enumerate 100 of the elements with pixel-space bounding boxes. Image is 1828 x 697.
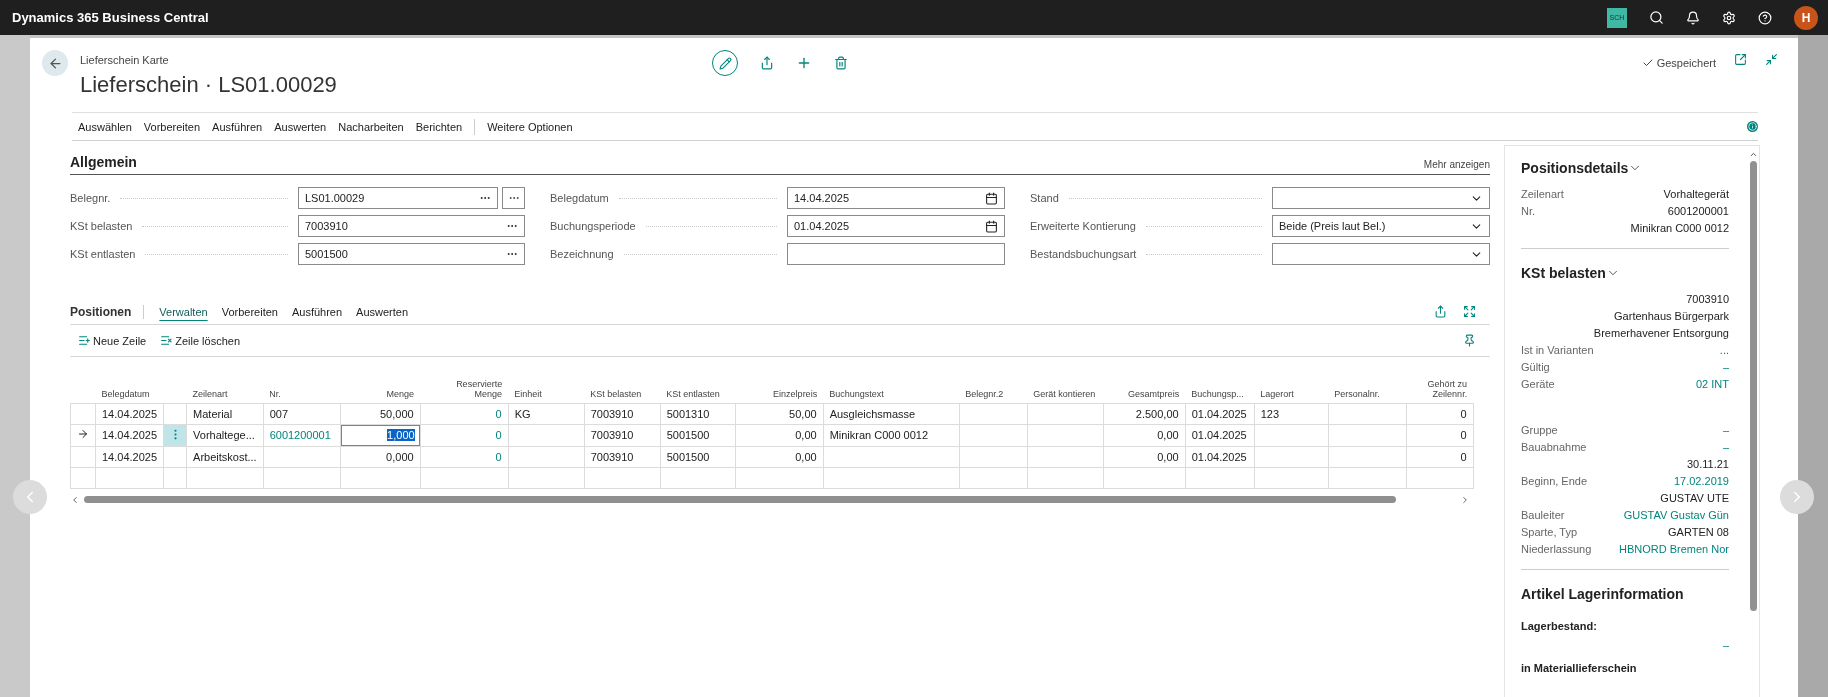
table-link[interactable]: 0: [420, 446, 509, 467]
column-header[interactable]: Zeilenart: [186, 367, 264, 403]
search-icon[interactable]: [1649, 10, 1664, 25]
dropdown-field[interactable]: [1272, 243, 1490, 265]
breadcrumb: Lieferschein Karte: [80, 54, 170, 66]
menu-item[interactable]: Nacharbeiten: [332, 120, 410, 133]
field-label: Erweiterte Kontierung: [1030, 220, 1136, 232]
info-icon[interactable]: [1747, 121, 1758, 132]
column-header[interactable]: Personalnr.: [1328, 367, 1407, 403]
column-header[interactable]: Gesamtpreis: [1103, 367, 1186, 403]
toolbar-button[interactable]: Neue Zeile: [78, 334, 147, 347]
column-header[interactable]: Reservierte Menge: [420, 367, 509, 403]
app-title: Dynamics 365 Business Central: [12, 10, 210, 25]
table-link[interactable]: 0: [420, 403, 509, 424]
column-header[interactable]: Belegnr.2: [959, 367, 1028, 403]
back-button[interactable]: [42, 50, 68, 76]
field-label: KSt entlasten: [70, 248, 136, 260]
field-label: Buchungsperiode: [550, 220, 636, 232]
share-icon: [760, 56, 774, 70]
input-field[interactable]: 14.04.2025: [787, 187, 1005, 209]
column-header[interactable]: Gehört zu Zeilennr.: [1406, 367, 1474, 403]
menu-item[interactable]: Vorbereiten: [137, 120, 207, 133]
bell-icon[interactable]: [1686, 10, 1700, 25]
table-cell: Arbeitskost...: [186, 446, 264, 467]
column-header[interactable]: KSt belasten: [584, 367, 661, 403]
help-icon[interactable]: [1758, 10, 1772, 25]
input-field[interactable]: 7003910: [298, 215, 525, 237]
column-header[interactable]: Menge: [340, 367, 421, 403]
input-field[interactable]: 01.04.2025: [787, 215, 1005, 237]
factbox-link[interactable]: –: [1722, 639, 1729, 655]
tab[interactable]: Vorbereiten: [214, 303, 285, 320]
table-cell: Material: [186, 403, 264, 424]
dropdown-field[interactable]: [1272, 187, 1490, 209]
scroll-left-icon[interactable]: [70, 494, 80, 505]
settings-icon[interactable]: [1722, 10, 1736, 25]
factbox-link[interactable]: ...: [1719, 344, 1729, 360]
factbox-link[interactable]: GUSTAV Gustav Gün: [1623, 509, 1729, 525]
column-header[interactable]: Lagerort: [1254, 367, 1329, 403]
factbox-title[interactable]: Positionsdetails: [1521, 160, 1729, 176]
dropdown-field[interactable]: Beide (Preis laut Bel.): [1272, 215, 1490, 237]
column-header[interactable]: Buchungsp...: [1185, 367, 1255, 403]
field-label: Stand: [1030, 192, 1059, 204]
scrollbar-thumb[interactable]: [1749, 161, 1757, 611]
menu-item[interactable]: Berichten: [409, 120, 469, 133]
menu-item[interactable]: Auswählen: [72, 120, 138, 133]
toolbar-button[interactable]: Zeile löschen: [160, 334, 241, 347]
table-link[interactable]: 0: [420, 424, 509, 446]
column-header[interactable]: Nr.: [263, 367, 341, 403]
column-header[interactable]: Buchungstext: [823, 367, 960, 403]
user-avatar[interactable]: H: [1794, 5, 1818, 30]
column-header[interactable]: Einheit: [508, 367, 585, 403]
menu-item[interactable]: Ausführen: [206, 120, 269, 133]
scroll-up-icon[interactable]: [1748, 150, 1758, 159]
column-header[interactable]: Einzelpreis: [735, 367, 824, 403]
table-cell: 5001310: [660, 403, 736, 424]
assist-button[interactable]: [502, 187, 525, 209]
table-cell: Minikran C000 0012: [823, 424, 960, 446]
menu-item[interactable]: Auswerten: [268, 120, 333, 133]
factbox-value: Gartenhaus Bürgerpark: [1614, 310, 1729, 324]
input-field[interactable]: [787, 243, 1005, 265]
tab[interactable]: Verwalten: [152, 303, 215, 320]
factbox-link[interactable]: 02 INT: [1696, 378, 1729, 394]
table-cell: Ausgleichsmasse: [823, 403, 960, 424]
open-window-icon: [1734, 52, 1747, 66]
factbox-label: Niederlassung: [1521, 543, 1592, 557]
add-row-icon: [78, 334, 91, 347]
scrollbar-thumb[interactable]: [84, 496, 1396, 503]
column-header[interactable]: Gerät kontieren: [1027, 367, 1104, 403]
factbox-value: Bremerhavener Entsorgung: [1593, 327, 1729, 341]
column-header[interactable]: KSt entlasten: [660, 367, 736, 403]
next-button[interactable]: [1780, 480, 1814, 514]
field-label: Bestandsbuchungsart: [1030, 248, 1137, 260]
factbox-link[interactable]: –: [1722, 361, 1729, 377]
tab[interactable]: Auswerten: [349, 303, 416, 320]
input-field[interactable]: 1,000: [340, 424, 420, 446]
edit-button[interactable]: [712, 50, 738, 76]
show-more-link[interactable]: Mehr anzeigen: [1423, 159, 1490, 170]
factbox-label: in Materiallieferschein: [1521, 661, 1637, 676]
menu-item[interactable]: Weitere Optionen: [481, 120, 579, 133]
factbox-link[interactable]: –: [1722, 441, 1729, 457]
factbox-link[interactable]: HBNORD Bremen Nor: [1618, 543, 1729, 559]
pin-icon: [1463, 334, 1476, 347]
tab[interactable]: Ausführen: [284, 303, 350, 320]
factbox-value: 6001200001: [1667, 205, 1729, 219]
input-field[interactable]: LS01.00029: [298, 187, 498, 209]
table-cell: 007: [263, 403, 341, 424]
factbox-value: 7003910: [1686, 293, 1729, 307]
factbox-title[interactable]: KSt belasten: [1521, 265, 1729, 281]
scroll-right-icon[interactable]: [1460, 494, 1470, 505]
field-label: Belegdatum: [550, 192, 609, 204]
factbox-label: Gruppe: [1521, 424, 1558, 438]
factbox-link[interactable]: 17.02.2019: [1673, 475, 1729, 491]
input-field[interactable]: 5001500: [298, 243, 525, 265]
column-header[interactable]: Belegdatum: [95, 367, 164, 403]
table-cell: 7003910: [584, 403, 661, 424]
plus-icon: [796, 55, 812, 71]
factbox-link[interactable]: –: [1722, 424, 1729, 440]
factbox-title: Artikel Lagerinformation: [1521, 586, 1685, 602]
table-link[interactable]: 6001200001: [263, 424, 341, 446]
table-cell: 0: [1406, 403, 1474, 424]
